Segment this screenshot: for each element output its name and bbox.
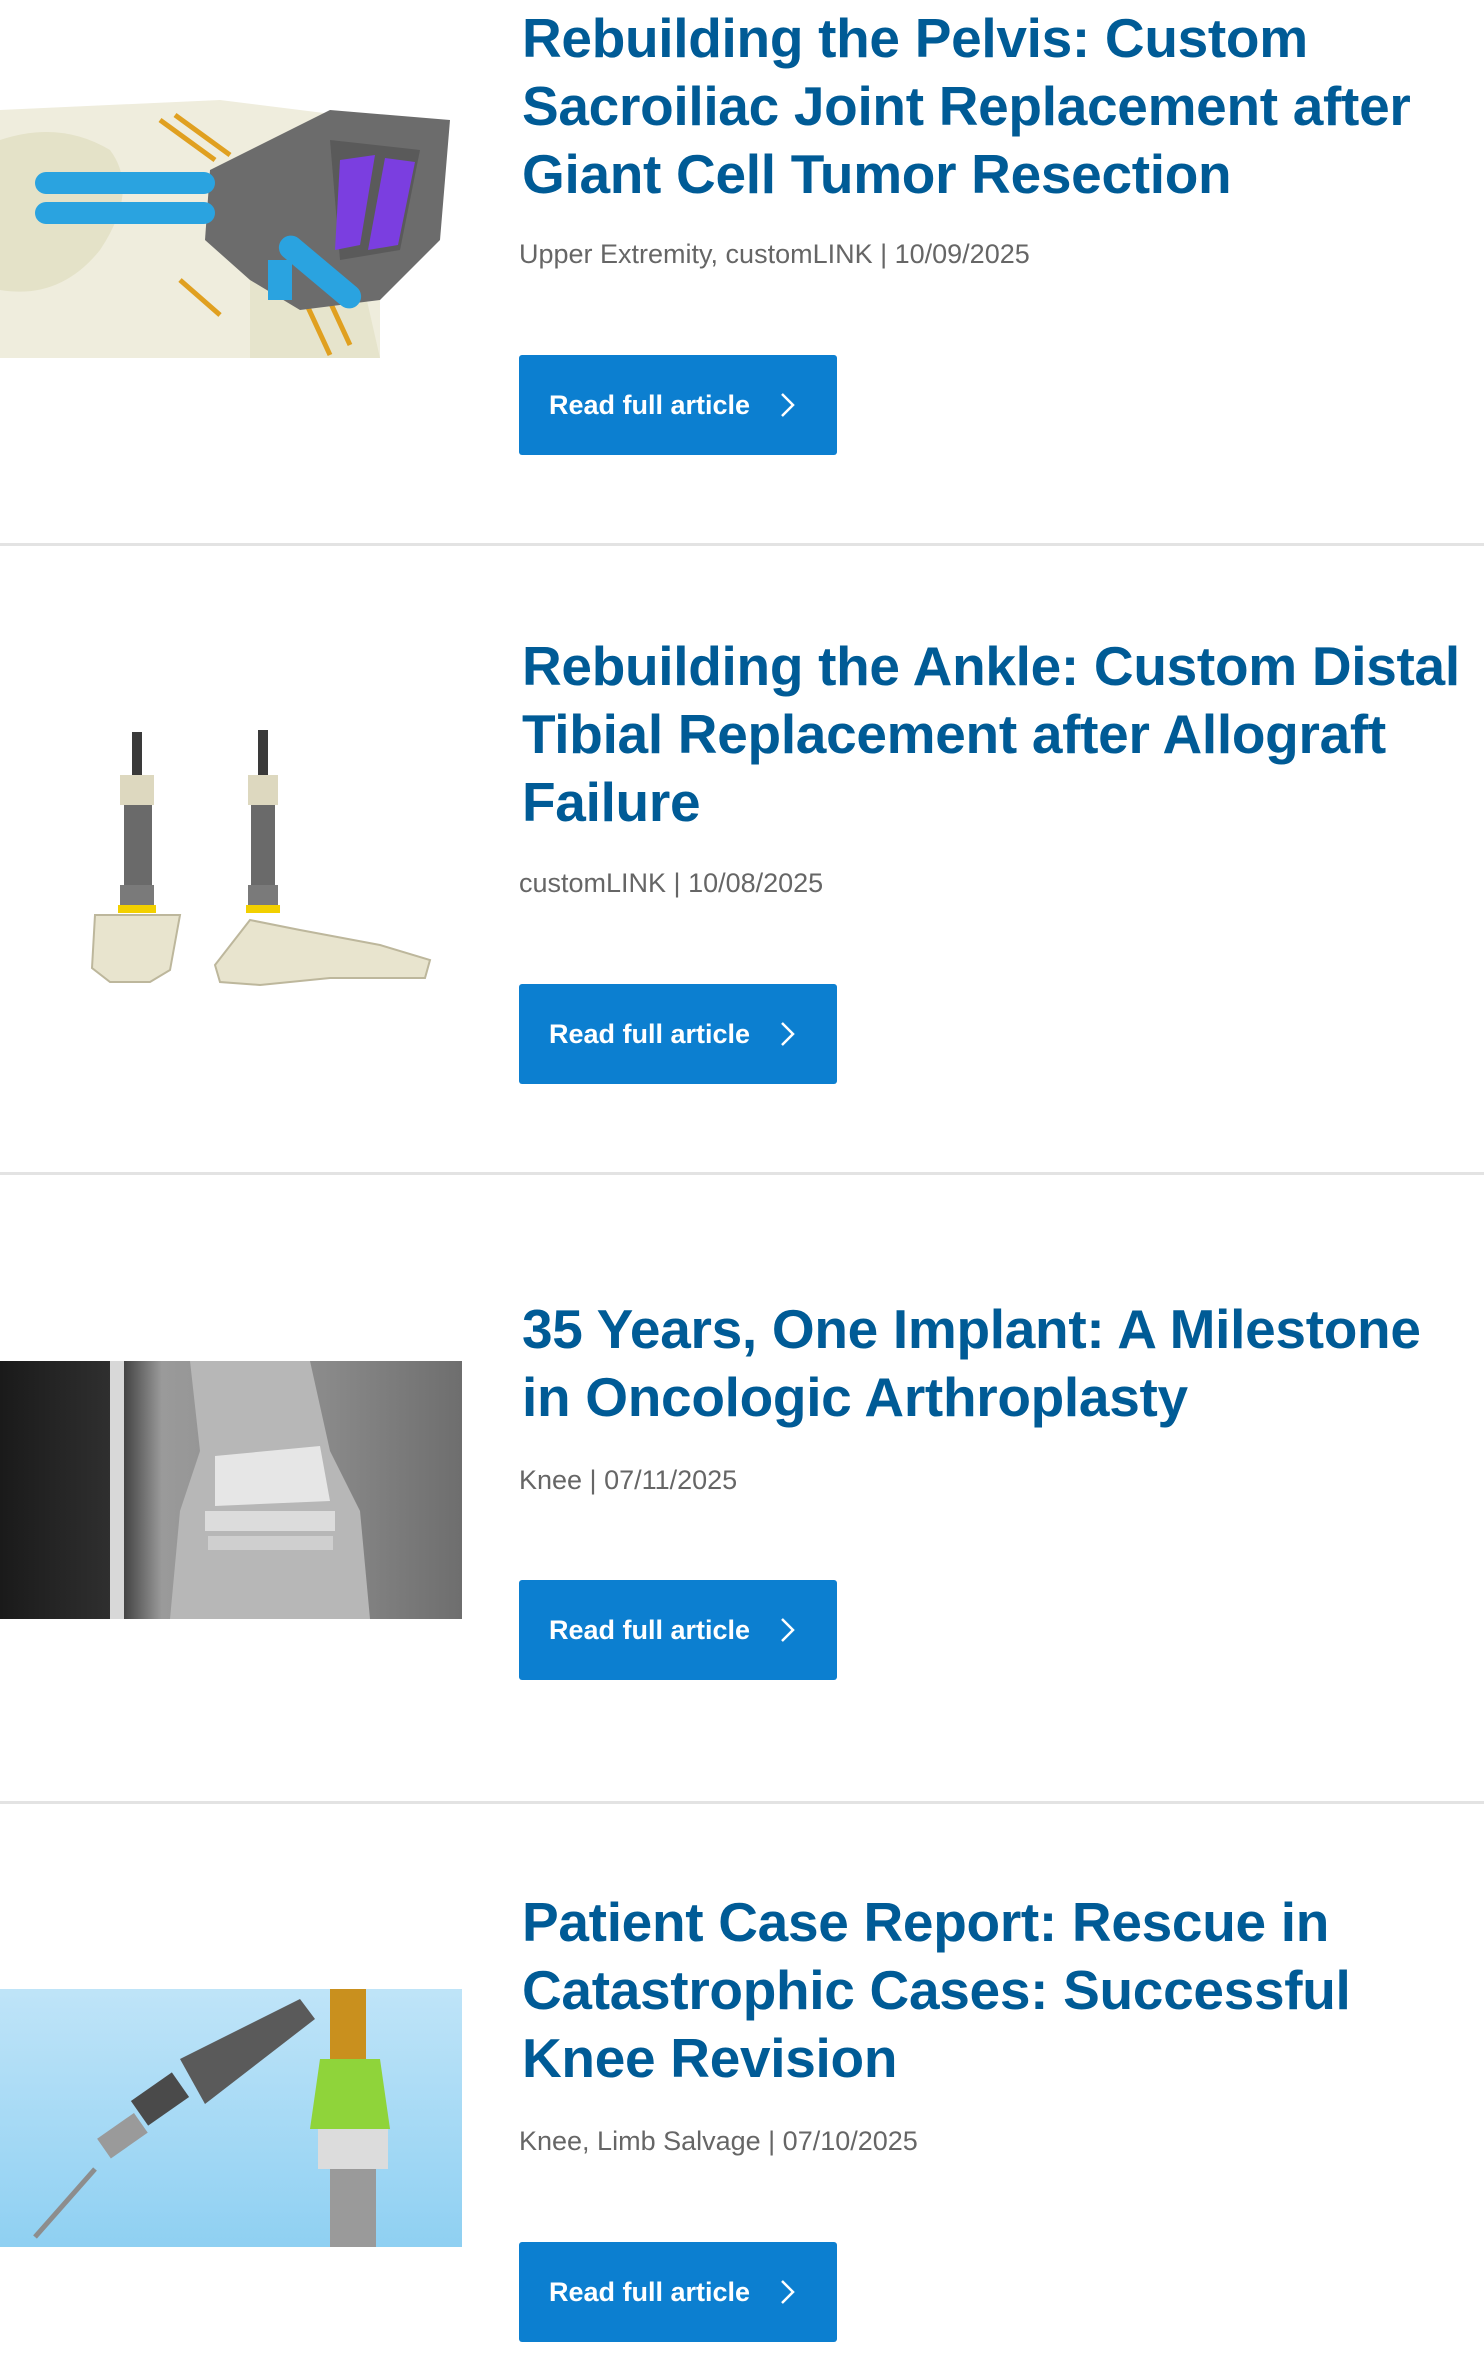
article-divider	[0, 1172, 1484, 1175]
pelvis-implant-image	[0, 100, 462, 358]
article-meta: Knee, Limb Salvage | 07/10/2025	[519, 2126, 918, 2156]
button-label: Read full article	[549, 389, 751, 420]
article-image-revision[interactable]	[0, 1989, 462, 2247]
read-full-article-button[interactable]: Read full article	[519, 355, 837, 455]
article-image-pelvis[interactable]	[0, 100, 462, 358]
read-full-article-button[interactable]: Read full article	[519, 2242, 837, 2342]
article-divider	[0, 543, 1484, 546]
chevron-right-icon	[781, 1022, 795, 1046]
article-title[interactable]: Patient Case Report: Rescue in Catastrop…	[522, 1888, 1472, 2092]
ankle-implant-image	[0, 720, 462, 1000]
chevron-right-icon	[781, 393, 795, 417]
knee-xray-image	[0, 1361, 462, 1619]
chevron-right-icon	[781, 1618, 795, 1642]
article-title[interactable]: Rebuilding the Ankle: Custom Distal Tibi…	[522, 632, 1472, 836]
article-meta: Knee | 07/11/2025	[519, 1465, 738, 1495]
article-meta: customLINK | 10/08/2025	[519, 868, 824, 898]
article-list: Rebuilding the Pelvis: Custom Sacroiliac…	[0, 0, 1484, 2356]
read-full-article-button[interactable]: Read full article	[519, 1580, 837, 1680]
article-image-ankle[interactable]	[0, 720, 462, 1000]
article-meta: Upper Extremity, customLINK | 10/09/2025	[519, 239, 1030, 269]
article-title[interactable]: Rebuilding the Pelvis: Custom Sacroiliac…	[522, 4, 1472, 208]
button-label: Read full article	[549, 2276, 751, 2307]
article-divider	[0, 1801, 1484, 1804]
chevron-right-icon	[781, 2280, 795, 2304]
article-image-xray[interactable]	[0, 1361, 462, 1619]
knee-revision-image	[0, 1989, 462, 2247]
article-title[interactable]: 35 Years, One Implant: A Milestone in On…	[522, 1295, 1472, 1431]
button-label: Read full article	[549, 1018, 751, 1049]
button-label: Read full article	[549, 1614, 751, 1645]
read-full-article-button[interactable]: Read full article	[519, 984, 837, 1084]
